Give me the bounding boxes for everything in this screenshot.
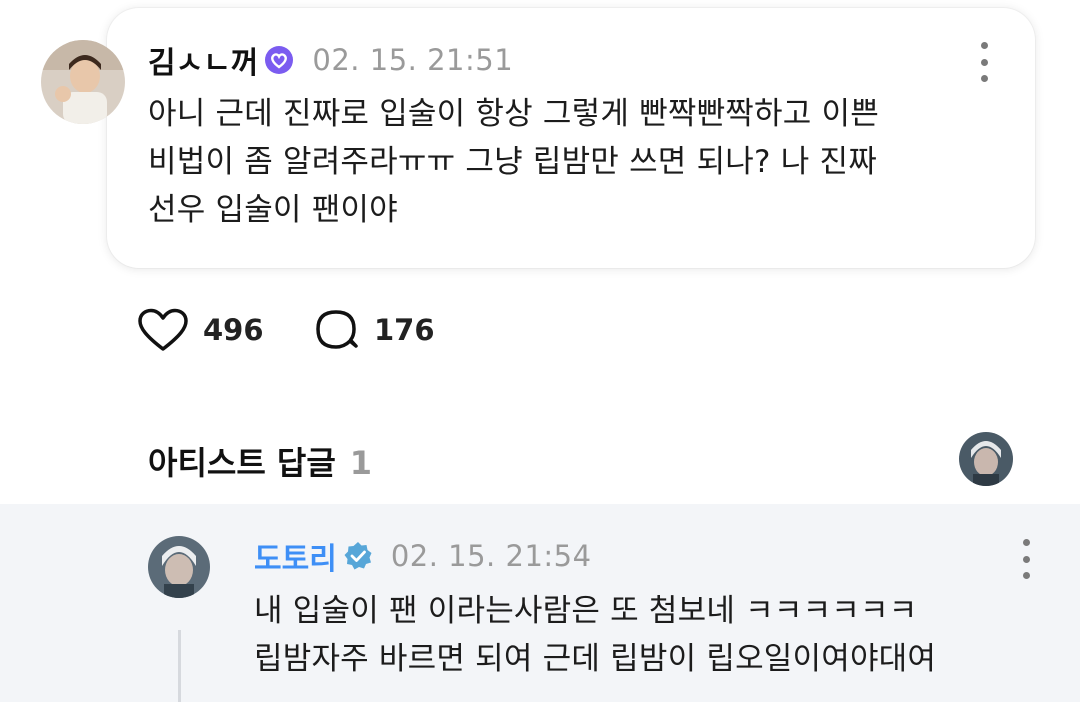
like-button[interactable]: 496 (137, 308, 264, 352)
fan-post-menu-kebab-icon[interactable] (977, 42, 991, 82)
artist-avatar[interactable] (148, 536, 210, 598)
reply-body: 내 입술이 팬 이라는사람은 또 첨보네 ㅋㅋㅋㅋㅋㅋ 립밤자주 바르면 되여 … (254, 593, 937, 677)
fan-heart-badge-icon (265, 46, 294, 74)
comment-count: 176 (374, 313, 435, 347)
artist-replies-count: 1 (349, 444, 373, 482)
artist-username[interactable]: 도토리 (254, 534, 337, 578)
artist-replies-title: 아티스트 답글 (148, 444, 336, 482)
reply-menu-kebab-icon[interactable] (1019, 539, 1033, 579)
thread-line (178, 630, 181, 702)
artist-replies-header: 아티스트 답글 1 (148, 438, 372, 484)
like-count: 496 (203, 313, 264, 347)
reply-timestamp: 02. 15. 21:54 (390, 539, 592, 573)
fan-post-body: 아니 근데 진짜로 입술이 항상 그렇게 빤짝빤짝하고 이쁜 비법이 좀 알려주… (148, 96, 879, 228)
comment-button[interactable]: 176 (314, 308, 435, 352)
fan-post-timestamp: 02. 15. 21:51 (312, 43, 514, 77)
fan-avatar[interactable] (41, 40, 125, 124)
fan-username[interactable]: 김ㅅㄴ꺼 (148, 38, 258, 82)
heart-icon (138, 308, 188, 351)
artist-reply-avatar-small[interactable] (959, 432, 1013, 486)
verified-badge-icon (344, 542, 372, 570)
comment-icon (316, 310, 358, 349)
